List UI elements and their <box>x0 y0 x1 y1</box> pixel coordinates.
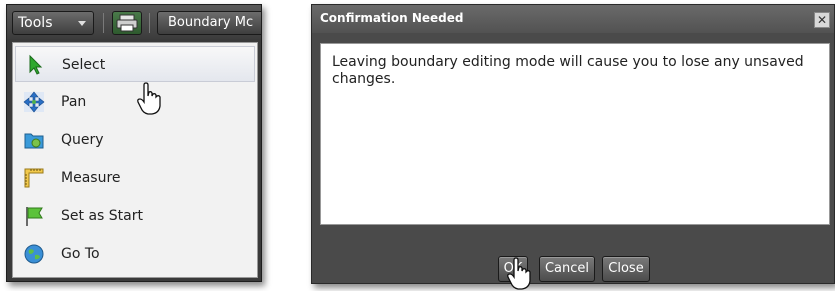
query-folder-icon <box>24 133 44 149</box>
dialog-message: Leaving boundary editing mode will cause… <box>332 54 804 87</box>
printer-icon <box>116 14 138 32</box>
close-button-label: Close <box>608 261 644 276</box>
boundary-button-label: Boundary Mc <box>168 15 254 30</box>
menu-item-set-as-start[interactable]: Set as Start <box>15 198 255 234</box>
tools-dropdown-button[interactable]: Tools <box>12 11 94 35</box>
close-icon[interactable]: ✕ <box>814 12 830 28</box>
tools-menu: Select Pan Query Measure Set as Start Go… <box>12 42 258 278</box>
menu-item-select[interactable]: Select <box>15 46 255 82</box>
menu-item-label: Set as Start <box>61 208 143 224</box>
chevron-down-icon <box>78 21 86 26</box>
menu-item-pan[interactable]: Pan <box>15 84 255 120</box>
tools-button-label: Tools <box>18 15 53 31</box>
dialog-body: Leaving boundary editing mode will cause… <box>320 43 830 225</box>
cancel-button-label: Cancel <box>544 261 590 276</box>
toolbar-separator <box>103 13 104 33</box>
confirmation-dialog: Confirmation Needed ✕ Leaving boundary e… <box>311 4 835 284</box>
toolbar: Tools Boundary Mc <box>7 5 261 39</box>
dialog-footer: OK Cancel Close <box>312 231 834 283</box>
menu-item-go-to[interactable]: Go To <box>15 236 255 272</box>
hand-cursor-icon <box>507 257 531 290</box>
ruler-icon <box>24 168 44 188</box>
menu-item-measure[interactable]: Measure <box>15 160 255 196</box>
pan-arrows-icon <box>23 91 45 113</box>
globe-icon <box>24 244 44 264</box>
toolbar-separator <box>149 13 150 33</box>
menu-item-label: Measure <box>61 170 121 186</box>
dialog-title: Confirmation Needed <box>320 11 464 25</box>
menu-item-query[interactable]: Query <box>15 122 255 158</box>
close-button[interactable]: Close <box>602 256 650 282</box>
menu-item-label: Query <box>61 132 104 148</box>
cancel-button[interactable]: Cancel <box>539 256 595 282</box>
print-button[interactable] <box>112 11 142 35</box>
boundary-mode-button[interactable]: Boundary Mc <box>157 11 261 35</box>
menu-item-label: Select <box>62 57 106 73</box>
hand-cursor-icon <box>137 82 161 115</box>
dialog-titlebar: Confirmation Needed ✕ <box>312 5 834 33</box>
menu-item-label: Pan <box>61 94 87 110</box>
arrow-cursor-icon <box>29 54 43 75</box>
menu-item-label: Go To <box>61 246 100 262</box>
flag-icon <box>26 207 43 226</box>
tools-panel: Tools Boundary Mc Select Pan Query Measu… <box>6 4 262 282</box>
